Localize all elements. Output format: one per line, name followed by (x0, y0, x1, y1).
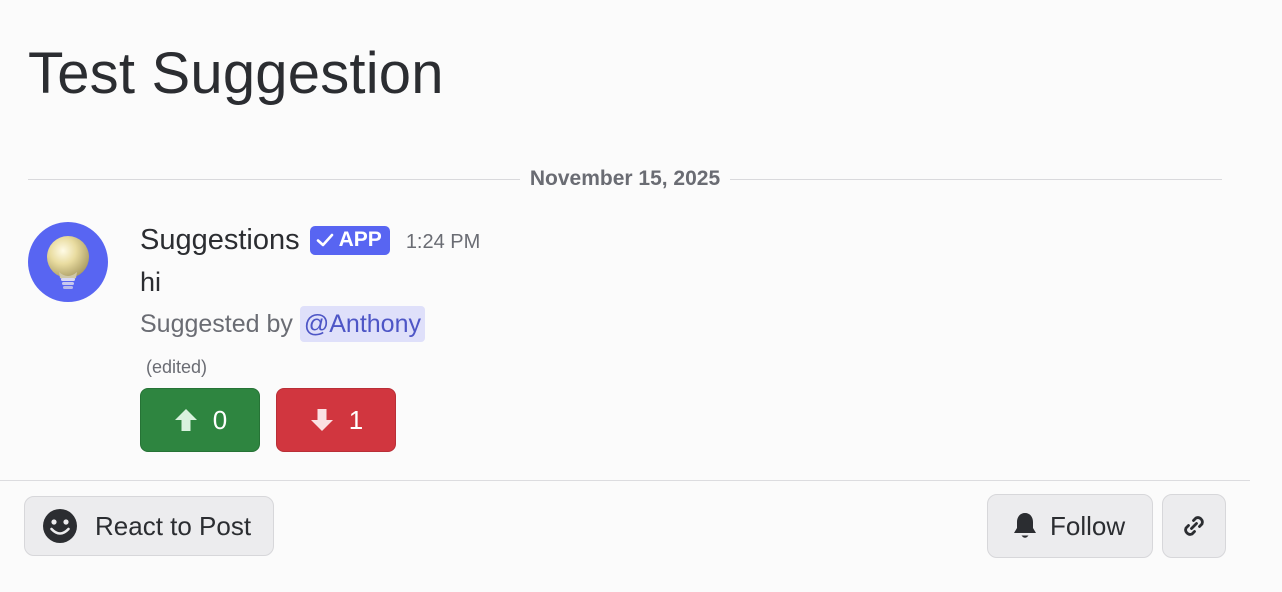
checkmark-icon (316, 233, 333, 247)
forum-post-view: Test Suggestion November 15, 2025 Sugges… (0, 0, 1282, 592)
avatar[interactable] (28, 222, 108, 302)
message: Suggestions APP 1:24 PM hi Suggested by … (140, 220, 1220, 452)
app-badge: APP (309, 225, 390, 255)
message-content: hi (140, 267, 162, 297)
divider-line (28, 178, 520, 180)
smiley-icon (41, 507, 79, 545)
vote-buttons: 0 1 (140, 388, 1220, 452)
user-mention[interactable]: @Anthony (299, 306, 425, 342)
suggested-by-label: Suggested by (140, 310, 293, 338)
lightbulb-icon (47, 236, 89, 289)
message-timestamp[interactable]: 1:24 PM (406, 231, 480, 254)
date-divider: November 15, 2025 (28, 166, 1223, 192)
message-header: Suggestions APP 1:24 PM (140, 220, 1220, 260)
footer-divider (0, 480, 1250, 481)
app-badge-label: APP (338, 228, 382, 251)
divider-line (730, 178, 1223, 180)
upvote-button[interactable]: 0 (140, 388, 260, 452)
follow-label: Follow (1050, 510, 1126, 541)
react-to-post-button[interactable]: React to Post (24, 496, 274, 556)
arrow-down-icon (309, 407, 335, 433)
bell-icon (1012, 511, 1038, 541)
edited-label: (edited) (146, 357, 208, 377)
upvote-count: 0 (212, 404, 228, 435)
date-label: November 15, 2025 (529, 167, 721, 190)
copy-link-button[interactable] (1162, 494, 1226, 558)
downvote-count: 1 (348, 404, 364, 435)
react-to-post-label: React to Post (95, 510, 252, 541)
follow-button[interactable]: Follow (987, 494, 1153, 558)
post-title: Test Suggestion (28, 41, 444, 106)
link-icon (1179, 511, 1209, 541)
downvote-button[interactable]: 1 (276, 388, 396, 452)
arrow-up-icon (173, 407, 199, 433)
author-name[interactable]: Suggestions (140, 224, 300, 257)
suggested-by-line: Suggested by @Anthony (140, 306, 1220, 342)
